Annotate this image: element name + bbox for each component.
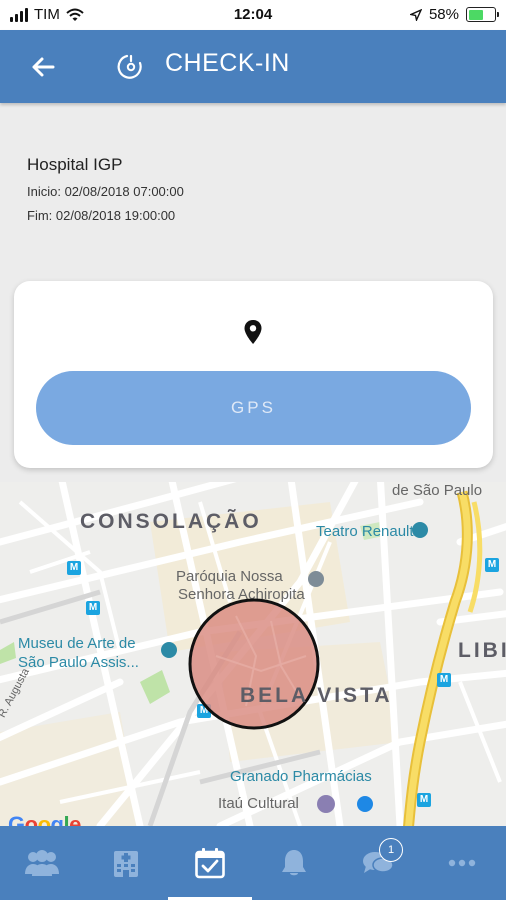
metro-icon: M [67, 561, 81, 575]
google-logo: Google [8, 812, 81, 826]
nav-users[interactable] [0, 826, 84, 900]
start-time: Inicio: 02/08/2018 07:00:00 [27, 184, 184, 199]
gps-button[interactable]: GPS [36, 371, 471, 445]
metro-icon: M [417, 793, 431, 807]
calendar-check-icon [195, 848, 225, 879]
page-title: CHECK-IN [165, 49, 290, 77]
map-pin-icon [244, 320, 262, 344]
users-icon [25, 850, 59, 876]
map-label-consolacao: CONSOLAÇÃO [80, 510, 262, 533]
map-label-lib: LIBI [458, 639, 506, 662]
checkin-icon [117, 54, 142, 79]
bell-icon [282, 850, 306, 876]
nav-checkin[interactable] [168, 826, 252, 900]
map-label-teatro: Teatro Renault [316, 523, 414, 540]
nav-hospital[interactable] [84, 826, 168, 900]
metro-icon: M [86, 601, 100, 615]
arrow-left-icon [32, 57, 55, 77]
gps-card: GPS [14, 281, 493, 468]
status-bar: TIM 12:04 58% [0, 0, 506, 30]
battery-icon [466, 7, 499, 22]
nav-messages[interactable]: 1 [336, 826, 420, 900]
map-label-sao-paulo: de São Paulo [392, 482, 483, 499]
status-right: 58% [409, 6, 499, 23]
nav-notifications[interactable] [252, 826, 336, 900]
checkin-info: Hospital IGP Inicio: 02/08/2018 07:00:00… [27, 155, 184, 232]
map-view[interactable]: de São Paulo CONSOLAÇÃO Teatro Renault P… [0, 482, 506, 826]
notification-badge: 1 [379, 838, 403, 862]
end-time: Fim: 02/08/2018 19:00:00 [27, 208, 176, 223]
location-name: Hospital IGP [27, 155, 123, 174]
metro-icon: M [485, 558, 499, 572]
map-label-paroquia-1: Paróquia Nossa [176, 568, 283, 585]
map-label-museu-2: São Paulo Assis... [18, 654, 139, 671]
geofence-circle [188, 598, 320, 730]
nav-more[interactable] [420, 826, 504, 900]
map-label-museu-1: Museu de Arte de [18, 635, 136, 652]
hospital-icon [114, 851, 138, 877]
location-arrow-icon [409, 8, 422, 21]
more-icon [448, 859, 476, 867]
metro-icon: M [437, 673, 451, 687]
map-label-granado: Granado Pharmácias [230, 768, 372, 785]
map-label-itau: Itaú Cultural [218, 795, 299, 812]
app-header: CHECK-IN [0, 30, 506, 103]
back-button[interactable] [26, 50, 60, 84]
bottom-nav: 1 [0, 826, 506, 900]
battery-percent: 58% [428, 6, 459, 23]
map-label-bela-vista: BELA VISTA [240, 684, 393, 707]
